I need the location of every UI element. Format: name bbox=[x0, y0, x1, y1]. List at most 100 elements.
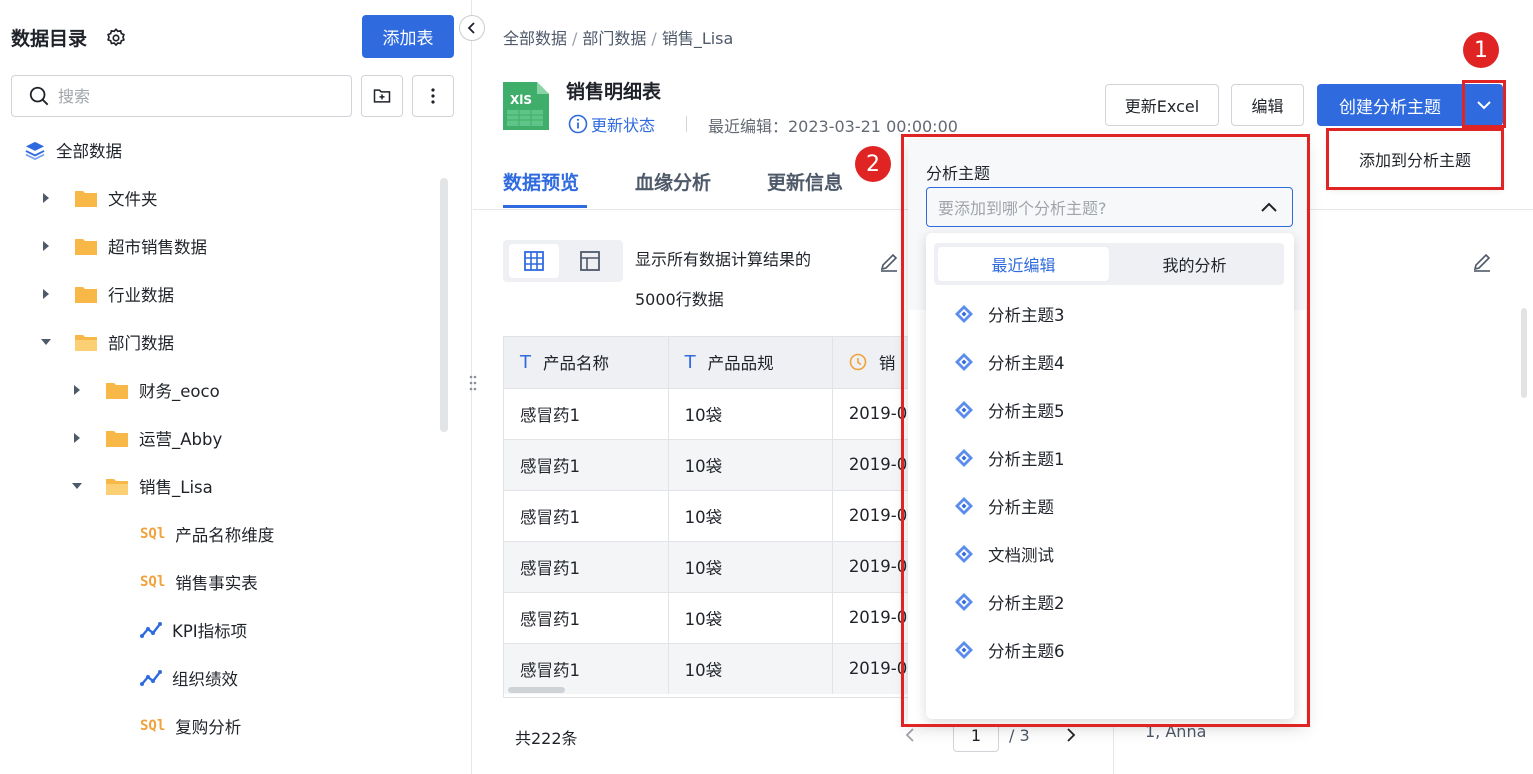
tree-item-metric[interactable]: KPI指标项 bbox=[140, 615, 247, 645]
search-field[interactable] bbox=[11, 75, 352, 117]
folder-icon bbox=[74, 236, 98, 256]
tab-lineage[interactable]: 血缘分析 bbox=[635, 168, 711, 195]
column-header[interactable]: 销 bbox=[832, 337, 912, 388]
text-type-icon: T bbox=[684, 351, 696, 373]
tree-item-table[interactable]: SQl 产品名称维度 bbox=[140, 519, 274, 549]
collapse-sidebar-button[interactable] bbox=[459, 15, 485, 41]
tree-item-label: 产品名称维度 bbox=[175, 526, 275, 545]
folder-open-icon bbox=[105, 476, 129, 496]
tree-item-folder[interactable]: 文件夹 bbox=[40, 183, 158, 213]
gear-icon[interactable] bbox=[105, 27, 127, 49]
column-header[interactable]: T 产品品规 bbox=[668, 337, 833, 388]
search-icon bbox=[28, 85, 50, 107]
table-cell: 2019-0 bbox=[832, 591, 912, 643]
tree-item-metric[interactable]: 组织绩效 bbox=[140, 663, 238, 693]
tree-item-label: 复购分析 bbox=[175, 718, 242, 737]
edit-pencil-icon[interactable] bbox=[1471, 251, 1493, 273]
more-vertical-icon bbox=[431, 88, 435, 104]
breadcrumb-item[interactable]: 全部数据 bbox=[503, 29, 567, 48]
tree-item-folder[interactable]: 部门数据 bbox=[40, 327, 174, 357]
table-cell: 感冒药1 bbox=[504, 540, 669, 592]
breadcrumb-item[interactable]: 部门数据 bbox=[582, 29, 646, 48]
highlight-box-topic-panel bbox=[901, 134, 1310, 727]
table-header-row: T 产品名称 T 产品品规 销 bbox=[504, 337, 912, 388]
table-cell: 2019-0 bbox=[832, 489, 912, 541]
caret-right-icon[interactable] bbox=[40, 192, 52, 204]
table-cell: 2019-0 bbox=[832, 387, 912, 439]
folder-open-icon bbox=[74, 332, 98, 352]
caret-right-icon[interactable] bbox=[71, 432, 83, 444]
step-badge-1: 1 bbox=[1463, 32, 1499, 68]
breadcrumb: 全部数据 / 部门数据 / 销售_Lisa bbox=[503, 29, 734, 48]
caret-right-icon[interactable] bbox=[40, 240, 52, 252]
search-input[interactable] bbox=[58, 86, 318, 106]
folder-icon bbox=[74, 284, 98, 304]
highlight-box-dropdown-button bbox=[1462, 80, 1506, 128]
clock-icon bbox=[849, 353, 867, 371]
layout-view-button[interactable] bbox=[565, 244, 615, 278]
info-icon bbox=[568, 114, 588, 134]
new-folder-button[interactable] bbox=[361, 75, 403, 117]
caret-down-icon[interactable] bbox=[71, 482, 83, 490]
prev-page-icon[interactable] bbox=[905, 727, 915, 743]
update-excel-button[interactable]: 更新Excel bbox=[1105, 84, 1219, 126]
table-cell: 10袋 bbox=[668, 642, 833, 694]
tab-data-preview[interactable]: 数据预览 bbox=[503, 168, 579, 195]
caret-right-icon[interactable] bbox=[71, 384, 83, 396]
tree-item-folder[interactable]: 财务_eoco bbox=[71, 375, 220, 405]
preview-info-line2: 5000行数据 bbox=[635, 290, 724, 309]
view-toggle bbox=[503, 240, 623, 282]
table-cell: 10袋 bbox=[668, 489, 833, 541]
table-row: 感冒药1 10袋 2019-0 bbox=[504, 387, 912, 439]
more-options-button[interactable] bbox=[412, 75, 454, 117]
table-horizontal-scrollbar[interactable] bbox=[508, 687, 565, 693]
divider bbox=[686, 116, 687, 132]
folder-add-icon bbox=[373, 89, 391, 103]
table-cell: 感冒药1 bbox=[504, 438, 669, 490]
tree-item-label: 超市销售数据 bbox=[108, 238, 207, 257]
preview-info-line1: 显示所有数据计算结果的 bbox=[635, 250, 812, 269]
caret-right-icon[interactable] bbox=[40, 288, 52, 300]
svg-text:XlS: XlS bbox=[510, 93, 532, 107]
page-title: 销售明细表 bbox=[566, 81, 662, 103]
right-panel-scrollbar[interactable] bbox=[1521, 308, 1527, 398]
tree-item-folder[interactable]: 销售_Lisa bbox=[71, 471, 213, 501]
resize-handle-icon[interactable] bbox=[468, 374, 478, 392]
data-catalog-sidebar: 数据目录 添加表 全部数据 文件夹 超市销售数据 bbox=[0, 0, 472, 774]
excel-file-icon: XlS bbox=[503, 82, 549, 130]
caret-down-icon[interactable] bbox=[40, 338, 52, 346]
tab-update-info[interactable]: 更新信息 bbox=[767, 168, 843, 195]
update-status-link[interactable]: 更新状态 bbox=[568, 112, 655, 136]
sidebar-title: 数据目录 bbox=[11, 28, 88, 50]
table-cell: 10袋 bbox=[668, 387, 833, 439]
active-tab-indicator bbox=[503, 205, 587, 208]
tree-item-table[interactable]: SQl 销售事实表 bbox=[140, 567, 258, 597]
table-row: 感冒药1 10袋 2019-0 bbox=[504, 438, 912, 490]
breadcrumb-item[interactable]: 销售_Lisa bbox=[662, 29, 734, 48]
trend-line-icon bbox=[140, 669, 162, 687]
edit-button[interactable]: 编辑 bbox=[1231, 84, 1304, 126]
table-row: 感冒药1 10袋 2019-0 bbox=[504, 540, 912, 592]
tree-root-label: 全部数据 bbox=[56, 142, 122, 161]
grid-icon bbox=[524, 251, 544, 271]
tree-root-all-data[interactable]: 全部数据 bbox=[24, 135, 122, 165]
add-table-button[interactable]: 添加表 bbox=[362, 15, 454, 58]
tree-item-folder[interactable]: 运营_Abby bbox=[71, 423, 222, 453]
sql-icon: SQl bbox=[140, 718, 166, 734]
sidebar-scrollbar[interactable] bbox=[440, 178, 448, 432]
tree-item-label: 行业数据 bbox=[108, 286, 174, 305]
create-topic-button[interactable]: 创建分析主题 bbox=[1317, 84, 1463, 126]
next-page-icon[interactable] bbox=[1066, 727, 1076, 743]
edit-pencil-icon[interactable] bbox=[878, 251, 900, 273]
folder-icon bbox=[105, 380, 129, 400]
tree-item-folder[interactable]: 行业数据 bbox=[40, 279, 174, 309]
column-header[interactable]: T 产品名称 bbox=[504, 337, 669, 388]
chevron-left-icon bbox=[467, 22, 475, 34]
table-cell: 感冒药1 bbox=[504, 489, 669, 541]
tree-item-label: KPI指标项 bbox=[172, 622, 248, 641]
grid-view-button[interactable] bbox=[509, 244, 559, 278]
tree-item-table[interactable]: SQl 复购分析 bbox=[140, 711, 241, 741]
tree-item-folder[interactable]: 超市销售数据 bbox=[40, 231, 207, 261]
layout-icon bbox=[580, 251, 600, 271]
sql-icon: SQl bbox=[140, 574, 166, 590]
